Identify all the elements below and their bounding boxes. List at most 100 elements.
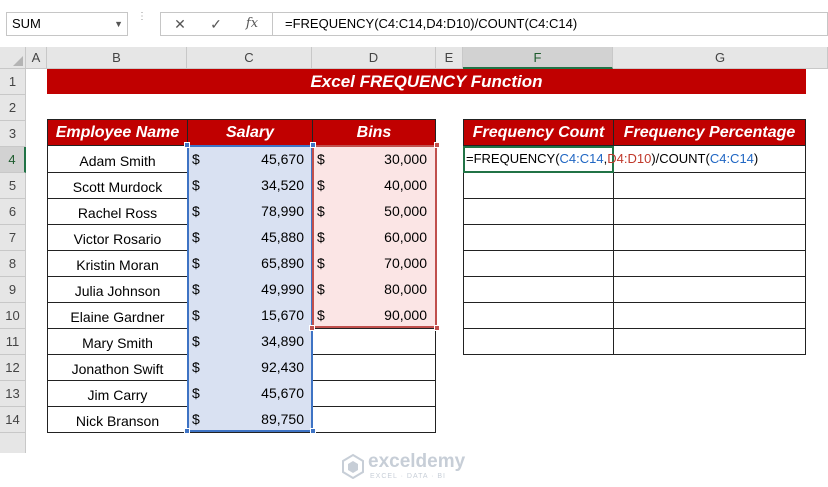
formula-input[interactable]: =FREQUENCY(C4:C14,D4:D10)/COUNT(C4:C14) (272, 12, 828, 36)
formula-ref-salary: C4:C14 (559, 151, 604, 166)
employee-name-cell[interactable]: Julia Johnson (47, 276, 188, 303)
employee-name-cell[interactable]: Scott Murdock (47, 172, 188, 199)
range-handle[interactable] (434, 142, 440, 148)
salary-cell[interactable]: $45,670 (187, 146, 313, 173)
bin-cell[interactable]: $70,000 (312, 250, 436, 277)
insert-function-icon[interactable]: fx (237, 13, 267, 35)
salary-cell[interactable]: $34,520 (187, 172, 313, 199)
frequency-count-cell[interactable] (463, 172, 614, 199)
employee-name-cell[interactable]: Nick Branson (47, 406, 188, 433)
enter-icon[interactable]: ✓ (201, 13, 231, 35)
salary-value: 49,990 (261, 281, 304, 297)
empty-cell[interactable] (312, 328, 436, 355)
row-header-8[interactable]: 8 (0, 251, 26, 277)
frequency-percentage-cell[interactable] (613, 328, 806, 355)
column-header-d[interactable]: D (312, 47, 436, 69)
salary-value: 15,670 (261, 307, 304, 323)
row-header-15[interactable] (0, 433, 26, 453)
formula-edit-cell[interactable]: =FREQUENCY(C4:C14,D4:D10)/COUNT(C4:C14) (463, 146, 758, 173)
currency-symbol: $ (192, 177, 200, 193)
salary-cell[interactable]: $78,990 (187, 198, 313, 225)
range-handle[interactable] (184, 428, 190, 434)
row-header-4[interactable]: 4 (0, 147, 26, 173)
chevron-down-icon[interactable]: ▼ (114, 13, 123, 35)
row-header-3[interactable]: 3 (0, 121, 26, 147)
employee-name-cell[interactable]: Kristin Moran (47, 250, 188, 277)
header-bins[interactable]: Bins (312, 119, 436, 146)
range-handle[interactable] (184, 142, 190, 148)
salary-cell[interactable]: $92,430 (187, 354, 313, 381)
employee-name-cell[interactable]: Adam Smith (47, 146, 188, 173)
column-header-a[interactable]: A (26, 47, 47, 69)
header-frequency-count[interactable]: Frequency Count (463, 119, 614, 146)
frequency-count-cell[interactable] (463, 328, 614, 355)
employee-name-cell[interactable]: Elaine Gardner (47, 302, 188, 329)
frequency-percentage-cell[interactable] (613, 250, 806, 277)
salary-cell[interactable]: $45,880 (187, 224, 313, 251)
range-handle[interactable] (309, 325, 315, 331)
salary-cell[interactable]: $65,890 (187, 250, 313, 277)
salary-value: 34,890 (261, 333, 304, 349)
empty-cell[interactable] (312, 380, 436, 407)
employee-name-cell[interactable]: Jim Carry (47, 380, 188, 407)
name-box[interactable]: SUM ▼ (6, 12, 128, 36)
bin-cell[interactable]: $40,000 (312, 172, 436, 199)
column-header-f[interactable]: F (463, 47, 613, 69)
range-handle[interactable] (310, 428, 316, 434)
sheet-title[interactable]: Excel FREQUENCY Function (47, 69, 806, 94)
range-handle[interactable] (434, 325, 440, 331)
row-header-11[interactable]: 11 (0, 329, 26, 355)
frequency-percentage-cell[interactable] (613, 302, 806, 329)
frequency-percentage-cell[interactable] (613, 224, 806, 251)
bin-cell[interactable]: $60,000 (312, 224, 436, 251)
cancel-icon[interactable]: ✕ (165, 13, 195, 35)
empty-cell[interactable] (312, 406, 436, 433)
column-header-b[interactable]: B (47, 47, 187, 69)
row-header-5[interactable]: 5 (0, 173, 26, 199)
bin-cell[interactable]: $30,000 (312, 146, 436, 173)
employee-name-cell[interactable]: Mary Smith (47, 328, 188, 355)
currency-symbol: $ (192, 229, 200, 245)
bin-cell[interactable]: $50,000 (312, 198, 436, 225)
salary-cell[interactable]: $89,750 (187, 406, 313, 433)
select-all-button[interactable] (0, 47, 26, 69)
currency-symbol: $ (192, 151, 200, 167)
drag-handle-icon[interactable]: ⋮ (137, 12, 147, 34)
row-header-6[interactable]: 6 (0, 199, 26, 225)
row-header-9[interactable]: 9 (0, 277, 26, 303)
range-handle[interactable] (310, 142, 316, 148)
frequency-percentage-cell[interactable] (613, 172, 806, 199)
currency-symbol: $ (317, 307, 325, 323)
row-header-10[interactable]: 10 (0, 303, 26, 329)
row-header-2[interactable]: 2 (0, 95, 26, 121)
salary-cell[interactable]: $49,990 (187, 276, 313, 303)
employee-name-cell[interactable]: Victor Rosario (47, 224, 188, 251)
frequency-count-cell[interactable] (463, 250, 614, 277)
bin-cell[interactable]: $90,000 (312, 302, 436, 329)
worksheet-grid: A B C D E F G 1 2 3 4 5 6 7 8 9 10 11 12… (0, 47, 828, 480)
salary-cell[interactable]: $34,890 (187, 328, 313, 355)
salary-cell[interactable]: $45,670 (187, 380, 313, 407)
empty-cell[interactable] (312, 354, 436, 381)
header-employee-name[interactable]: Employee Name (47, 119, 188, 146)
frequency-percentage-cell[interactable] (613, 198, 806, 225)
header-salary[interactable]: Salary (187, 119, 313, 146)
frequency-count-cell[interactable] (463, 224, 614, 251)
frequency-percentage-cell[interactable] (613, 276, 806, 303)
employee-name-cell[interactable]: Jonathon Swift (47, 354, 188, 381)
header-frequency-percentage[interactable]: Frequency Percentage (613, 119, 806, 146)
salary-cell[interactable]: $15,670 (187, 302, 313, 329)
column-header-e[interactable]: E (436, 47, 463, 69)
frequency-count-cell[interactable] (463, 276, 614, 303)
frequency-count-cell[interactable] (463, 198, 614, 225)
bin-cell[interactable]: $80,000 (312, 276, 436, 303)
employee-name-cell[interactable]: Rachel Ross (47, 198, 188, 225)
row-header-13[interactable]: 13 (0, 381, 26, 407)
column-header-g[interactable]: G (613, 47, 828, 69)
column-header-c[interactable]: C (187, 47, 312, 69)
row-header-12[interactable]: 12 (0, 355, 26, 381)
row-header-1[interactable]: 1 (0, 69, 26, 95)
row-header-14[interactable]: 14 (0, 407, 26, 433)
frequency-count-cell[interactable] (463, 302, 614, 329)
row-header-7[interactable]: 7 (0, 225, 26, 251)
